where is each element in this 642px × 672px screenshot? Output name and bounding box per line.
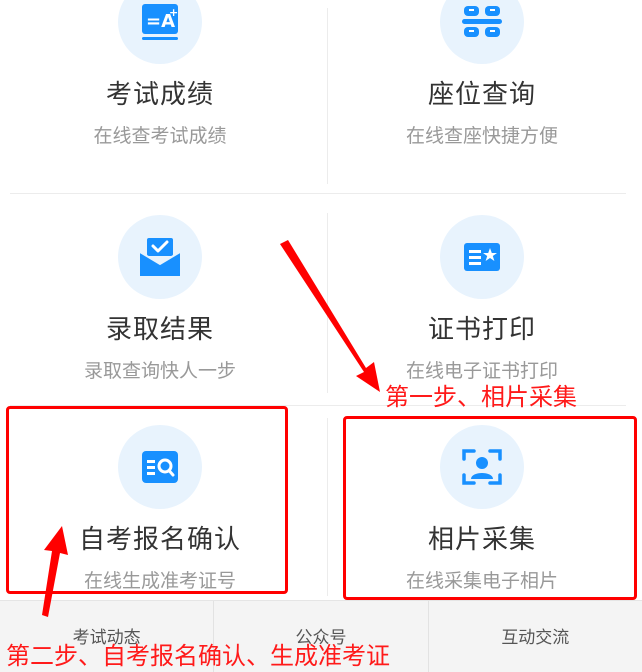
annotation-step1: 第一步、相片采集: [385, 383, 577, 411]
certificate-icon: [440, 215, 524, 299]
highlight-box-step1: [343, 416, 637, 600]
column-divider: [327, 213, 328, 393]
seat-icon: [440, 0, 524, 64]
tile-certificate-print[interactable]: 证书打印 在线电子证书打印: [322, 215, 642, 383]
tile-title: 录取结果: [105, 315, 214, 345]
tile-subtitle: 在线查座快捷方便: [405, 125, 558, 147]
tile-exam-score[interactable]: =A + 考试成绩 在线查考试成绩: [0, 0, 320, 148]
tile-title: 座位查询: [427, 80, 536, 110]
highlight-box-step2: [6, 406, 288, 594]
column-divider: [327, 8, 328, 184]
row-divider: [10, 193, 626, 194]
column-divider: [327, 418, 328, 596]
page: =A + 考试成绩 在线查考试成绩 座位查询 在线查座快捷方便 录取结果 录取查…: [0, 0, 642, 672]
tile-subtitle: 在线查考试成绩: [93, 125, 227, 147]
tile-subtitle: 录取查询快人一步: [83, 360, 236, 382]
envelope-check-icon: [118, 215, 202, 299]
tile-title: 证书打印: [427, 315, 536, 345]
annotation-step2: 第二步、自考报名确认、生成准考证: [6, 642, 390, 670]
tile-admission-result[interactable]: 录取结果 录取查询快人一步: [0, 215, 320, 383]
svg-text:+: +: [169, 6, 178, 19]
grade-icon: =A +: [118, 0, 202, 64]
tile-title: 考试成绩: [105, 80, 214, 110]
tile-seat-query[interactable]: 座位查询 在线查座快捷方便: [322, 0, 642, 148]
tab-interaction[interactable]: 互动交流: [429, 601, 642, 672]
